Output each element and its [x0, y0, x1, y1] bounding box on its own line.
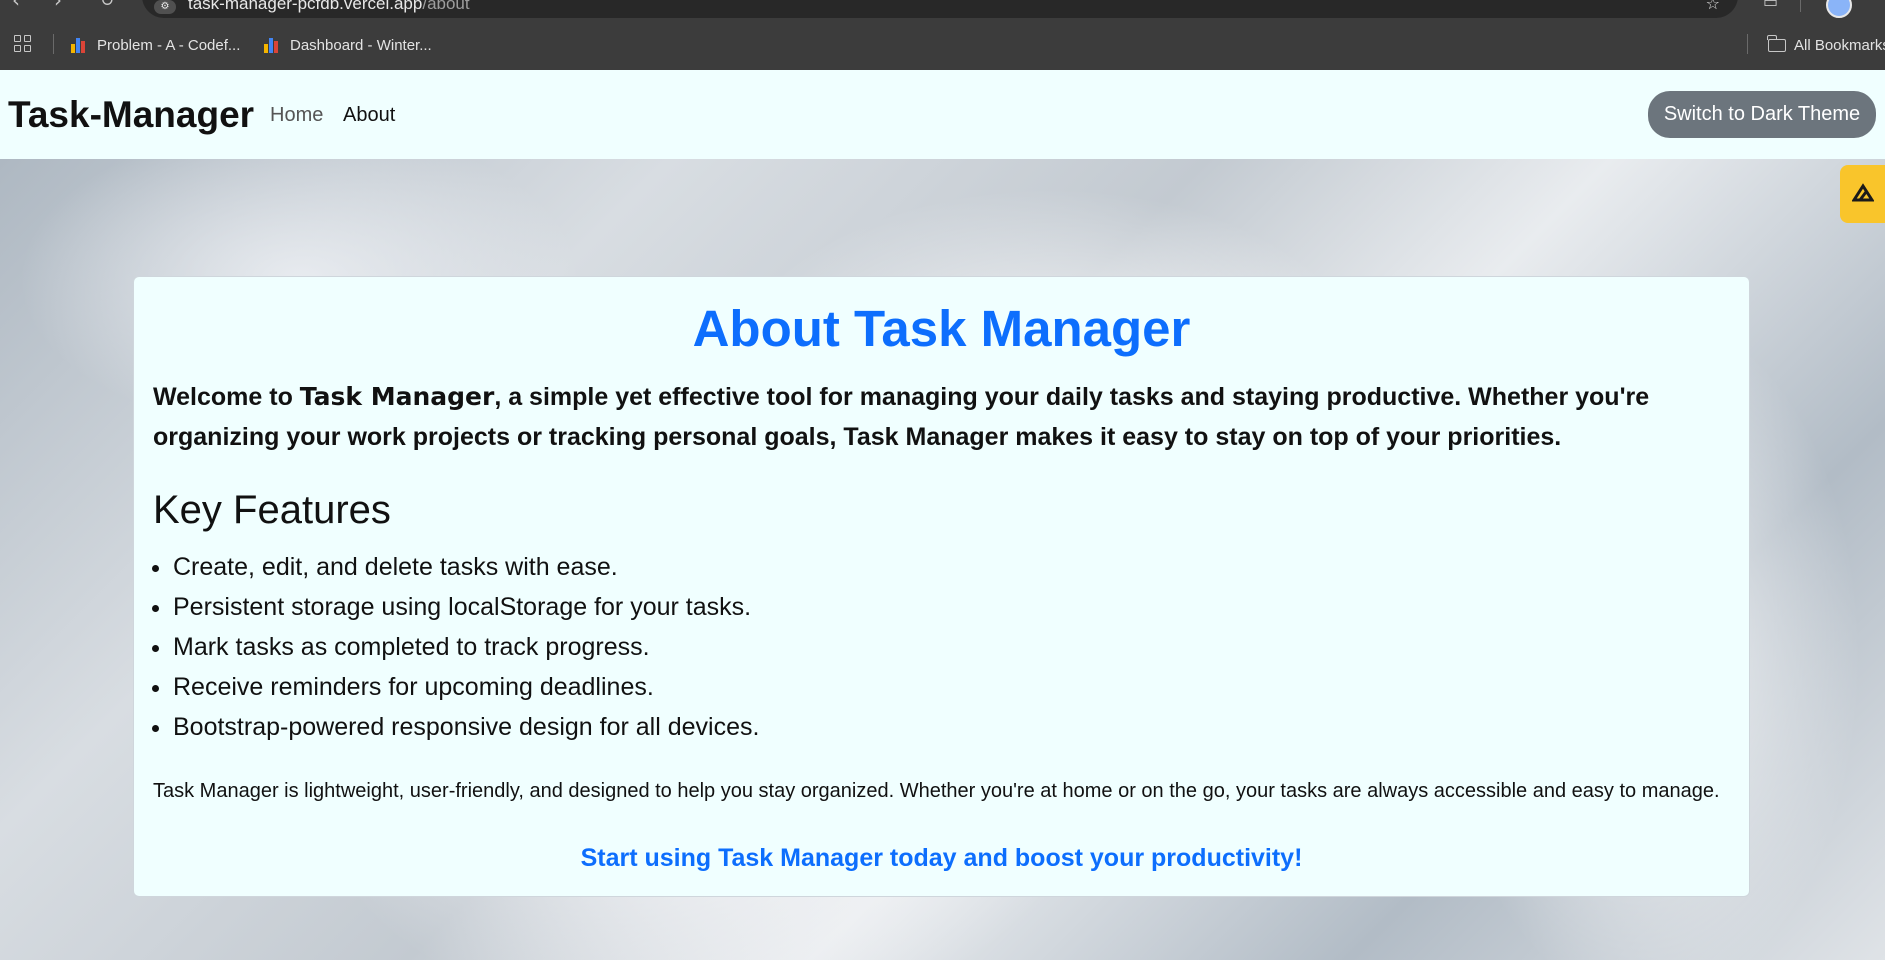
url-bar[interactable]: ⚙ task-manager-pcfdb.vercel.app/about ☆ [142, 0, 1738, 18]
app-navbar: Task-Manager Home About Switch to Dark T… [0, 70, 1885, 159]
url-path: /about [422, 0, 470, 13]
folder-icon [1767, 34, 1786, 52]
feature-item: Create, edit, and delete tasks with ease… [173, 547, 759, 587]
profile-avatar-icon[interactable] [1826, 0, 1852, 18]
nav-link-home[interactable]: Home [270, 104, 323, 127]
intro-paragraph: Welcome to Task Manager, a simple yet ef… [153, 377, 1723, 457]
toolbar-divider [1800, 0, 1801, 12]
bar-chart-favicon-icon [264, 37, 282, 53]
feature-item: Persistent storage using localStorage fo… [173, 587, 759, 627]
bar-chart-favicon-icon [71, 37, 89, 53]
url-text: task-manager-pcfdb.vercel.app/about [188, 0, 470, 14]
apps-grid-icon[interactable] [14, 35, 32, 53]
bookmark-star-icon[interactable]: ☆ [1706, 0, 1720, 13]
intro-prefix: Welcome to [153, 383, 300, 411]
features-heading: Key Features [153, 488, 391, 532]
bookmark-item[interactable]: Dashboard - Winter... [264, 34, 432, 56]
feature-item: Bootstrap-powered responsive design for … [173, 707, 759, 747]
extension-logo-icon [1852, 183, 1874, 202]
navbar-brand[interactable]: Task-Manager [8, 94, 254, 136]
reload-icon[interactable]: ↻ [100, 0, 114, 11]
feature-item: Mark tasks as completed to track progres… [173, 627, 759, 667]
features-list: Create, edit, and delete tasks with ease… [153, 547, 759, 747]
page-title: About Task Manager [692, 300, 1191, 357]
nav-link-about[interactable]: About [343, 104, 395, 127]
bookmarks-divider [1747, 34, 1748, 54]
switch-theme-button[interactable]: Switch to Dark Theme [1648, 91, 1876, 138]
about-card: About Task Manager Welcome to Task Manag… [133, 276, 1750, 897]
bookmark-label: Dashboard - Winter... [290, 36, 432, 54]
extension-side-tab[interactable] [1840, 165, 1885, 223]
forward-icon[interactable]: › [54, 0, 62, 12]
bookmarks-divider [53, 34, 54, 54]
extensions-icon[interactable]: ▭ [1763, 0, 1778, 11]
tune-icon[interactable]: ⚙ [154, 0, 176, 14]
bookmark-label: Problem - A - Codef... [97, 36, 241, 54]
bookmark-item[interactable]: Problem - A - Codef... [71, 34, 240, 56]
bookmarks-bar: Problem - A - Codef... Dashboard - Winte… [0, 20, 1885, 70]
intro-brand: Task Manager [299, 382, 495, 411]
all-bookmarks-button[interactable]: All Bookmarks [1767, 34, 1885, 56]
all-bookmarks-label: All Bookmarks [1794, 36, 1885, 54]
summary-paragraph: Task Manager is lightweight, user-friend… [153, 780, 1720, 802]
call-to-action: Start using Task Manager today and boost… [580, 844, 1303, 872]
back-icon[interactable]: ‹ [12, 0, 20, 12]
browser-address-bar: ‹ › ↻ ⚙ task-manager-pcfdb.vercel.app/ab… [0, 0, 1885, 20]
feature-item: Receive reminders for upcoming deadlines… [173, 667, 759, 707]
url-host: task-manager-pcfdb.vercel.app [188, 0, 423, 13]
